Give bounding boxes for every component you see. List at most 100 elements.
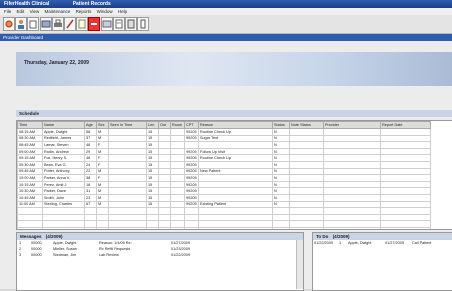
menu-help[interactable]: Help (118, 9, 127, 14)
table-row[interactable] (17, 207, 431, 215)
search-icon[interactable] (3, 17, 15, 31)
calculator-icon[interactable] (125, 17, 137, 31)
schedule-icon[interactable] (40, 17, 52, 31)
table-row[interactable]: 08:45 AM Lamar, Steven 48 F 15 N (17, 141, 431, 149)
table-row[interactable]: 08:30 AM Redfield, James 37 M 15 99205 Sugar T… (17, 134, 431, 143)
table-cell (158, 226, 171, 229)
column-header[interactable]: Len (146, 121, 159, 129)
column-header[interactable]: Provider (323, 121, 381, 129)
todo-panel: To Do (4/2009) 01/22/2009 1 Apple, Dwight 0… (312, 232, 452, 291)
table-cell: N (272, 160, 290, 169)
table-cell: Parker, Anna V. (42, 174, 85, 182)
menu-edit[interactable]: Edit (17, 9, 25, 14)
table-cell (108, 207, 147, 215)
column-header[interactable]: Note Status (289, 121, 324, 129)
table-cell: 15 (146, 141, 159, 149)
table-cell: N (272, 187, 290, 195)
table-cell: 31 (84, 187, 97, 195)
table-cell: F (96, 141, 109, 149)
table-cell (198, 193, 273, 202)
alert-icon[interactable] (88, 17, 100, 31)
column-header[interactable]: Name (42, 121, 85, 129)
column-header[interactable]: Sex (96, 121, 109, 129)
column-header[interactable]: Time (17, 121, 43, 129)
message-cell: Lab Review (99, 253, 119, 257)
table-row[interactable]: 09:30 AM Bean, Eva G. 24 F 15 99205 N (17, 160, 431, 169)
table-cell (184, 226, 199, 229)
table-cell (170, 141, 185, 149)
menu-maintenance[interactable]: Maintenance (45, 9, 71, 14)
table-cell (380, 154, 431, 162)
image-icon[interactable] (101, 17, 113, 31)
messages-count: (4/2009) (45, 234, 63, 239)
table-row[interactable]: 10:45 AM Smith, John 23 M 15 99205 N (17, 193, 431, 202)
table-cell: 29 (84, 147, 97, 156)
table-cell (96, 207, 109, 215)
table-cell (289, 220, 324, 228)
table-cell: 10:15 AM (17, 180, 43, 189)
column-header[interactable]: Out (158, 121, 171, 129)
column-header[interactable]: Age (84, 121, 97, 129)
table-row[interactable]: 09:15 AM Fox, Henry S. 46 F 15 99205 Routine C… (17, 154, 431, 162)
table-cell (84, 226, 97, 229)
todo-cell: 01/22/2009 (314, 241, 334, 245)
patient-icon[interactable] (15, 17, 27, 31)
table-cell (289, 147, 324, 156)
table-row[interactable]: 10:30 AM Parker, Dave 31 M 15 99205 N (17, 187, 431, 195)
table-row[interactable]: 11:00 AM Sterling, Charles 67 M 15 99205 Exist… (17, 200, 431, 209)
table-cell (108, 154, 147, 162)
message-row[interactable]: 3 00000 Stedman, Jim Lab Review 01/22/2009 (17, 252, 303, 258)
table-row[interactable]: 08:15 AM Apple, Dwight 58 M 15 99205 Routine C… (17, 128, 431, 136)
table-cell (108, 174, 147, 182)
menu-reports[interactable]: Reports (76, 9, 92, 14)
column-header[interactable]: Seen In Time (108, 121, 147, 129)
table-row[interactable]: 09:00 AM Rodin, Andrew 29 M 15 99205 Follow Up… (17, 147, 431, 156)
table-cell (272, 207, 290, 215)
table-cell: 22 (84, 167, 97, 176)
table-row[interactable] (17, 213, 431, 222)
table-cell (380, 187, 431, 195)
column-header[interactable]: Report Date (380, 121, 431, 129)
table-cell (198, 180, 273, 189)
column-header[interactable]: Room (170, 121, 185, 129)
table-cell: N (272, 141, 290, 149)
column-header[interactable]: Status (272, 121, 290, 129)
table-cell (158, 200, 171, 209)
table-cell (289, 174, 324, 182)
table-cell (198, 174, 273, 182)
table-cell (17, 220, 43, 228)
column-header[interactable]: Reason (198, 121, 273, 129)
table-cell: 10:45 AM (17, 193, 43, 202)
table-cell (380, 193, 431, 202)
table-cell (170, 134, 185, 143)
form-icon[interactable] (113, 17, 125, 31)
print-icon[interactable] (52, 17, 64, 31)
day-banner: Thursday, January 22, 2009 (16, 52, 452, 86)
table-row[interactable]: 10:00 AM Parker, Anna V. 38 F 15 99205 N (17, 174, 431, 182)
table-row[interactable] (17, 226, 431, 229)
table-cell (158, 193, 171, 202)
table-cell: 15 (146, 160, 159, 169)
menu-view[interactable]: View (30, 9, 40, 14)
table-cell: 37 (84, 134, 97, 143)
table-cell (184, 141, 199, 149)
menu-file[interactable]: File (4, 9, 11, 14)
dashboard-title-bar: Provider Dashboard (0, 34, 452, 41)
todo-cell: 01/27/2009 (385, 241, 405, 245)
messages-scrollbar[interactable] (296, 240, 303, 289)
pen-icon[interactable] (64, 17, 76, 31)
title-bar: FiferHealth Clinical Patient Records (0, 0, 452, 8)
table-row[interactable]: 09:45 AM Potter, Anthony 22 M 15 99205 New Pat… (17, 167, 431, 176)
table-cell (158, 180, 171, 189)
table-cell (380, 174, 431, 182)
note-icon[interactable] (76, 17, 88, 31)
column-header[interactable]: CPT (184, 121, 199, 129)
schedule-grid[interactable]: Time Name Age Sex Seen In Time Len Out Room CPT R… (16, 120, 452, 230)
table-row[interactable] (17, 220, 431, 228)
table-row[interactable]: 10:15 AM Perez, Amit J. 18 M 15 99205 N (17, 180, 431, 189)
chart-icon[interactable] (27, 17, 39, 31)
table-cell: Bean, Eva G. (42, 160, 85, 169)
todo-row[interactable]: 01/22/2009 1 Apple, Dwight 01/27/2009 Call P… (313, 240, 452, 246)
doc-icon[interactable] (137, 17, 149, 31)
menu-window[interactable]: Window (97, 9, 113, 14)
